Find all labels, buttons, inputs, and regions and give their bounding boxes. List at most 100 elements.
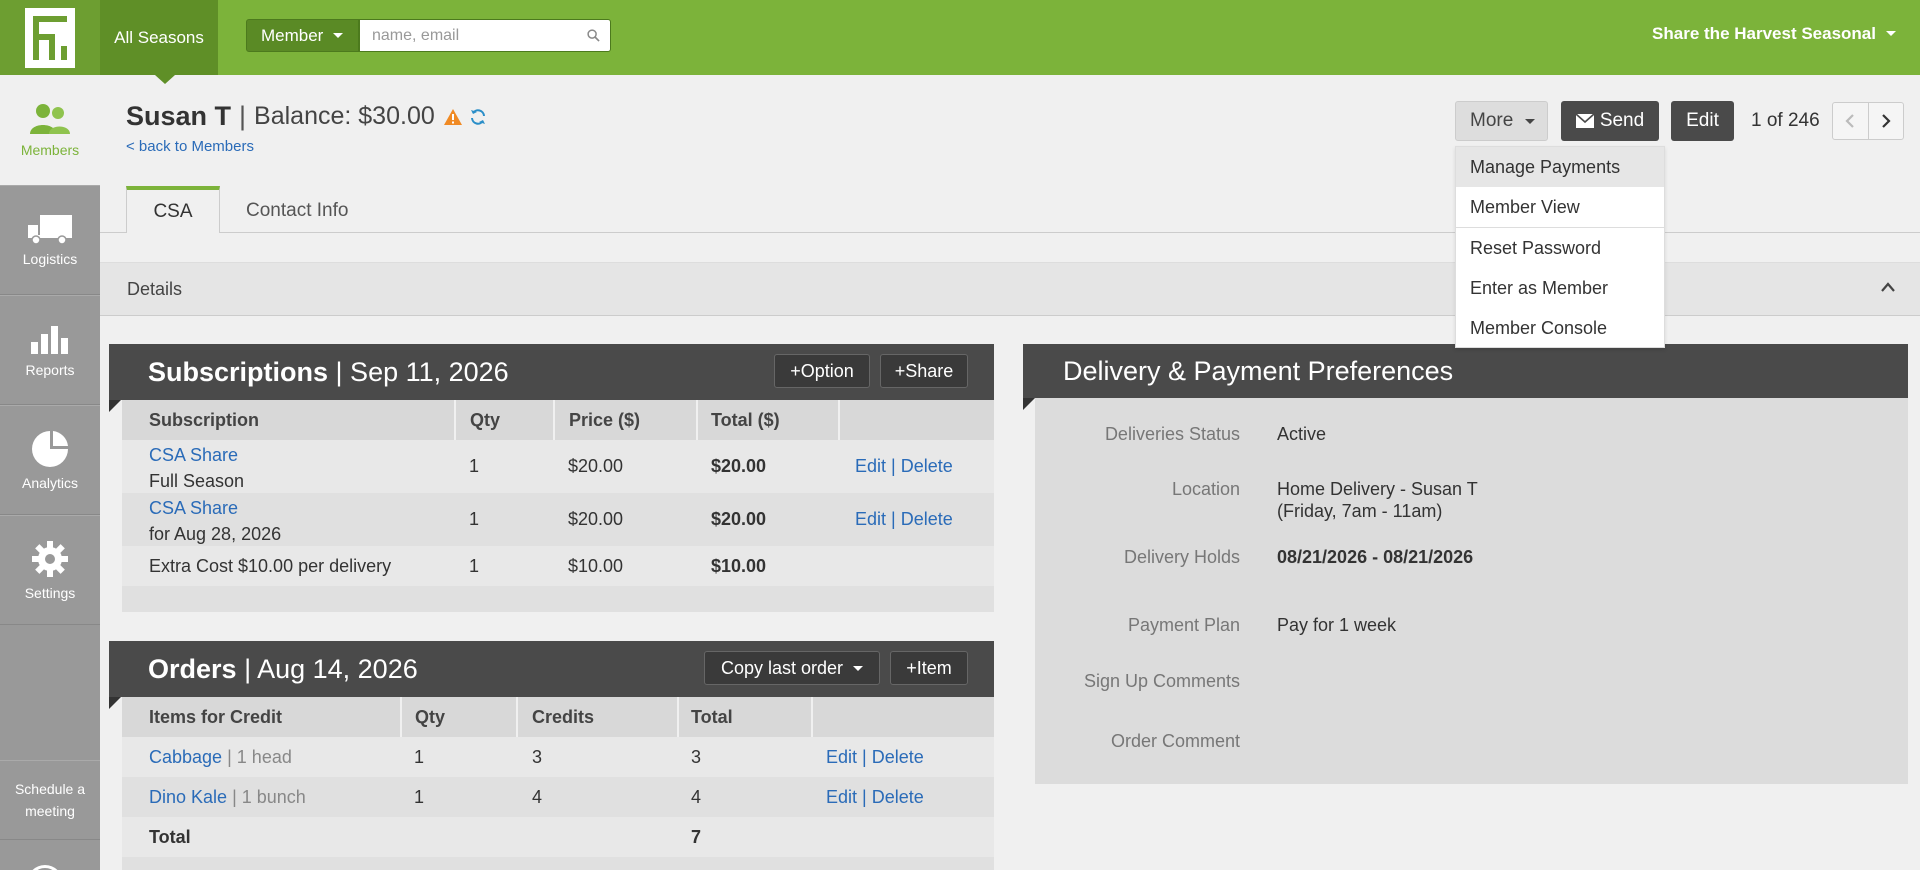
subscription-link[interactable]: CSA Share — [149, 442, 244, 468]
sidebar-item-settings[interactable]: Settings — [0, 515, 100, 625]
table-header-row: Subscription Qty Price ($) Total ($) — [122, 400, 994, 440]
account-menu[interactable]: Share the Harvest Seasonal — [1652, 0, 1896, 67]
edit-button[interactable]: Edit — [1671, 101, 1734, 141]
chevron-down-icon — [1886, 31, 1896, 36]
sidebar-item-members[interactable]: Members — [0, 75, 100, 185]
more-button-label: More — [1470, 110, 1514, 131]
app-logo[interactable] — [0, 0, 100, 75]
field-label: Deliveries Status — [1104, 424, 1240, 444]
payment-plan-value: Pay for 1 week — [1277, 615, 1397, 635]
back-to-members-link[interactable]: < back to Members — [126, 138, 254, 155]
all-seasons-tab[interactable]: All Seasons — [100, 0, 218, 75]
copy-last-order-button[interactable]: Copy last order — [704, 651, 880, 685]
qty-value: 1 — [469, 555, 480, 576]
order-total-value: 7 — [691, 826, 702, 847]
subscriptions-header: Subscriptions | Sep 11, 2026 +Option +Sh… — [109, 344, 994, 400]
page-title: Susan T | Balance: $30.00 — [126, 101, 487, 132]
active-tab-pointer — [155, 75, 175, 84]
orders-date: | Aug 14, 2026 — [244, 653, 418, 684]
add-option-button[interactable]: +Option — [774, 354, 870, 388]
delete-link[interactable]: Delete — [901, 509, 953, 529]
chevron-up-icon[interactable] — [1880, 281, 1896, 293]
more-dropdown-menu: Manage Payments Member View Reset Passwo… — [1455, 146, 1665, 348]
warning-icon[interactable] — [443, 108, 463, 126]
help-icon[interactable] — [27, 865, 63, 870]
delete-link[interactable]: Delete — [872, 747, 924, 767]
more-button[interactable]: More — [1455, 101, 1548, 141]
schedule-meeting-link[interactable]: Schedule a meeting — [0, 760, 100, 840]
total-value: 3 — [691, 746, 702, 767]
menu-item-enter-as-member[interactable]: Enter as Member — [1456, 268, 1664, 308]
send-button[interactable]: Send — [1561, 101, 1659, 141]
sidebar-item-analytics[interactable]: Analytics — [0, 405, 100, 515]
sidebar-item-label: Reports — [25, 362, 75, 378]
sidebar-item-logistics[interactable]: Logistics — [0, 185, 100, 295]
add-item-button[interactable]: +Item — [890, 651, 968, 685]
menu-item-member-view[interactable]: Member View — [1456, 187, 1664, 227]
field-label: Order Comment — [1110, 731, 1240, 751]
subscription-detail: for Aug 28, 2026 — [149, 524, 282, 544]
chevron-right-icon — [1881, 114, 1891, 128]
orders-header: Orders | Aug 14, 2026 Copy last order +I… — [109, 641, 994, 697]
panel-fold — [1023, 398, 1035, 410]
field-label: Payment Plan — [1127, 615, 1240, 635]
total-value: $10.00 — [711, 555, 767, 576]
total-value: 4 — [691, 786, 702, 807]
next-record-button[interactable] — [1867, 103, 1904, 139]
total-value: $20.00 — [711, 509, 767, 529]
qty-value: 1 — [469, 509, 480, 529]
column-divider — [696, 400, 698, 440]
send-button-label: Send — [1599, 110, 1645, 131]
edit-link[interactable]: Edit — [855, 456, 886, 476]
chevron-down-icon — [333, 33, 344, 38]
delete-link[interactable]: Delete — [872, 787, 924, 807]
item-unit: 1 head — [236, 746, 292, 767]
action-separator: | — [862, 786, 867, 807]
search-icon[interactable] — [587, 29, 600, 42]
tab-csa[interactable]: CSA — [126, 186, 220, 233]
item-cell: Dino Kale | 1 bunch — [149, 787, 306, 808]
field-label: Delivery Holds — [1123, 547, 1240, 567]
edit-link[interactable]: Edit — [826, 787, 857, 807]
chevron-down-icon — [1525, 118, 1536, 124]
preferences-title: Delivery & Payment Preferences — [1063, 355, 1454, 386]
member-select-label: Member — [261, 25, 324, 45]
column-header: Price ($) — [569, 409, 641, 430]
edit-link[interactable]: Edit — [826, 747, 857, 767]
menu-item-member-console[interactable]: Member Console — [1456, 308, 1664, 348]
location-link[interactable]: Home Delivery - Susan T — [1277, 479, 1478, 500]
location-detail: (Friday, 7am - 11am) — [1277, 501, 1443, 521]
truck-icon — [28, 215, 72, 245]
menu-item-reset-password[interactable]: Reset Password — [1456, 228, 1664, 268]
preferences-header: Delivery & Payment Preferences — [1023, 344, 1908, 398]
deliveries-status-value: Active — [1277, 424, 1327, 444]
delivery-holds-value: 08/21/2026 - 08/21/2026 — [1277, 547, 1474, 567]
subscriptions-date: | Sep 11, 2026 — [335, 356, 509, 387]
refresh-icon[interactable] — [469, 108, 487, 126]
column-header: Total — [691, 706, 733, 727]
orders-table: Items for Credit Qty Credits Total Cabba… — [122, 697, 994, 870]
previous-record-button[interactable] — [1833, 103, 1868, 139]
column-divider — [516, 697, 518, 737]
chevron-down-icon — [853, 665, 864, 671]
item-link[interactable]: Cabbage — [149, 747, 222, 767]
table-row: Dino Kale | 1 bunch 1 4 4 Edit | Delete — [122, 777, 994, 817]
member-search-type-select[interactable]: Member — [246, 19, 359, 52]
sidebar: Members Logistics Reports Analytics Sett… — [0, 75, 100, 870]
item-separator: | — [232, 786, 237, 807]
menu-item-manage-payments[interactable]: Manage Payments — [1456, 147, 1664, 187]
item-link[interactable]: Dino Kale — [149, 787, 227, 807]
subscription-link[interactable]: CSA Share — [149, 495, 281, 521]
column-header: Items for Credit — [149, 706, 283, 727]
price-value: $20.00 — [568, 456, 624, 476]
tab-contact-info[interactable]: Contact Info — [246, 196, 348, 226]
field-label: Location — [1171, 479, 1240, 499]
sidebar-item-reports[interactable]: Reports — [0, 295, 100, 405]
add-share-button[interactable]: +Share — [880, 354, 968, 388]
column-header: Total ($) — [711, 409, 780, 430]
delete-link[interactable]: Delete — [901, 456, 953, 476]
search-input[interactable] — [360, 26, 575, 45]
bar-chart-icon — [31, 326, 68, 354]
action-separator: | — [891, 509, 896, 529]
edit-link[interactable]: Edit — [855, 509, 886, 529]
